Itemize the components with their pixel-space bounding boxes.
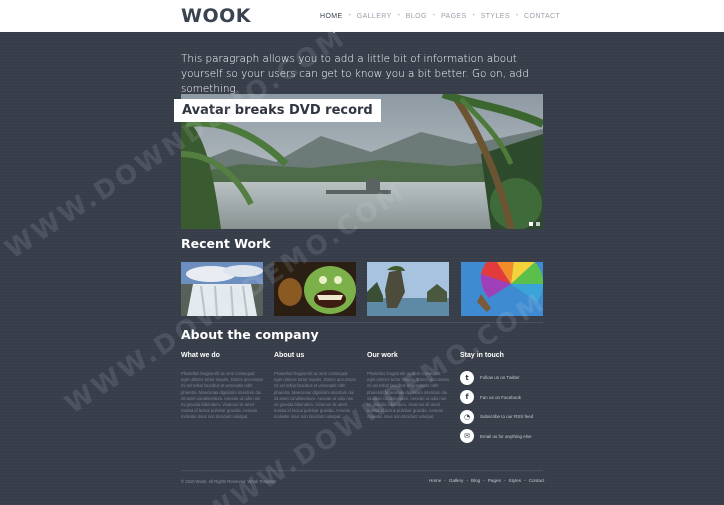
waterfall-photo (181, 262, 263, 316)
slider-dot-2[interactable] (536, 222, 540, 226)
intro-paragraph: This paragraph allows you to add a littl… (181, 53, 529, 95)
recent-work-gallery (181, 262, 543, 316)
twitter-icon: t (460, 370, 474, 385)
column-title: About us (274, 352, 305, 359)
site-logo[interactable]: WOOK (181, 5, 251, 27)
work-thumb-rock-island[interactable] (367, 262, 449, 316)
green-monster-photo (274, 262, 356, 316)
footer-separator: • (466, 478, 469, 483)
column-text: Phasellus feugiat elit ac sem consequat … (274, 371, 356, 420)
footer-copyright: © 2010 Wook. All Rights Reserved. Wook T… (181, 479, 277, 484)
slider-dot-1[interactable] (529, 222, 533, 226)
active-nav-pointer (330, 29, 338, 33)
column-our-work: Our work Phasellus feugiat elit ac sem c… (367, 352, 449, 421)
footer-separator: • (503, 478, 506, 483)
footer-link-blog[interactable]: Blog (471, 478, 480, 483)
column-title: Our work (367, 352, 398, 359)
rss-link[interactable]: ◔ Subscribe to our RSS feed (460, 409, 550, 424)
nav-contact[interactable]: CONTACT (524, 13, 560, 20)
nav-separator: • (397, 13, 400, 19)
recent-work-heading: Recent Work (181, 236, 271, 251)
column-about-us: About us Phasellus feugiat elit ac sem c… (274, 352, 356, 421)
nav-blog[interactable]: BLOG (406, 13, 427, 20)
work-thumb-balloon[interactable] (461, 262, 543, 316)
footer-separator: • (524, 478, 526, 483)
footer-nav: Home • Gallery • Blog • Pages • Styles •… (429, 478, 544, 483)
nav-separator: • (472, 13, 475, 19)
footer-link-home[interactable]: Home (429, 478, 441, 483)
work-thumb-monster[interactable] (274, 262, 356, 316)
nav-separator: • (432, 13, 435, 19)
facebook-link-label: Fan us on Facebook (480, 394, 522, 400)
email-link-label: Email us for anything else (480, 433, 532, 439)
about-heading: About the company (181, 327, 319, 342)
footer-separator: • (483, 478, 485, 483)
slider-caption[interactable]: Avatar breaks DVD record (174, 99, 381, 122)
footer-divider (181, 470, 543, 471)
column-title: What we do (181, 352, 220, 359)
column-stay-in-touch: Stay in touch t Follow us on Twitter f F… (460, 352, 550, 449)
footer-link-gallery[interactable]: Gallery (449, 478, 464, 483)
nav-home[interactable]: HOME (320, 13, 343, 20)
column-text: Phasellus feugiat elit ac sem consequat … (181, 371, 263, 420)
footer-link-pages[interactable]: Pages (488, 478, 501, 483)
nav-pages[interactable]: PAGES (441, 13, 467, 20)
site-header: WOOK HOME • GALLERY • BLOG • PAGES • STY… (0, 0, 724, 32)
nav-gallery[interactable]: GALLERY (357, 13, 392, 20)
twitter-link-label: Follow us on Twitter (480, 375, 520, 380)
twitter-link[interactable]: t Follow us on Twitter (460, 370, 550, 385)
work-thumb-waterfall[interactable] (181, 262, 263, 316)
section-divider (181, 322, 543, 323)
column-what-we-do: What we do Phasellus feugiat elit ac sem… (181, 352, 263, 421)
facebook-link[interactable]: f Fan us on Facebook (460, 390, 550, 404)
footer-link-contact[interactable]: Contact (529, 478, 545, 483)
rock-island-photo (367, 262, 449, 316)
column-title: Stay in touch (460, 352, 504, 359)
facebook-icon: f (460, 390, 474, 404)
rss-icon: ◔ (460, 409, 474, 424)
footer-separator: • (444, 478, 446, 483)
nav-styles[interactable]: STYLES (481, 13, 510, 20)
nav-separator: • (348, 13, 351, 19)
footer-link-styles[interactable]: Styles (509, 478, 522, 483)
email-link[interactable]: ✉ Email us for anything else (460, 429, 550, 443)
email-icon: ✉ (460, 429, 474, 443)
nav-separator: • (515, 13, 519, 19)
main-nav: HOME • GALLERY • BLOG • PAGES • STYLES •… (320, 10, 560, 22)
rss-link-label: Subscribe to our RSS feed (480, 414, 534, 419)
column-text: Phasellus feugiat elit ac sem consequat … (367, 371, 449, 420)
slider-pagination (529, 222, 540, 226)
hot-air-balloon-photo (461, 262, 543, 316)
